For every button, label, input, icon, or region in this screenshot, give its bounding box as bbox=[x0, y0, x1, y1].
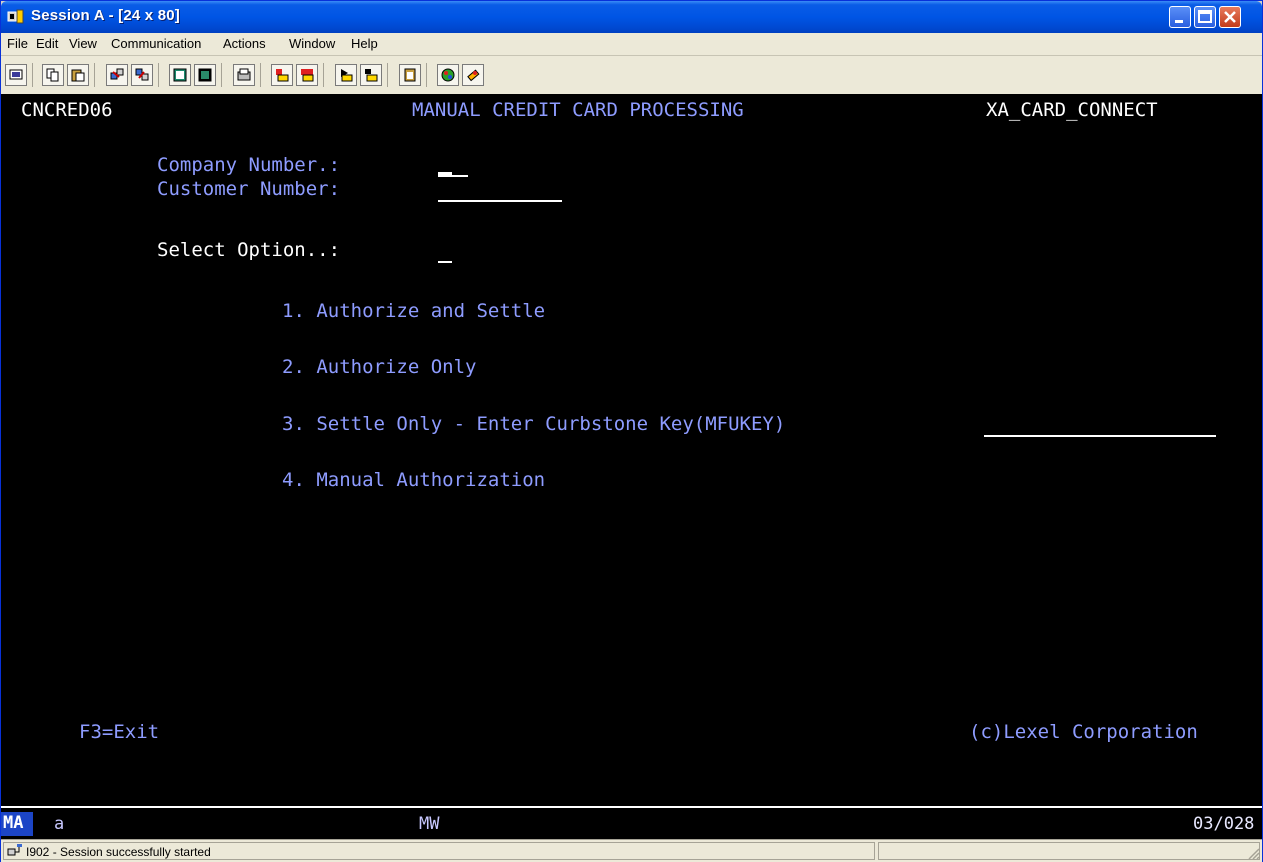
title-bar[interactable]: Session A - [24 x 80] bbox=[1, 1, 1262, 33]
copy-button[interactable] bbox=[42, 64, 64, 86]
receive-file-icon bbox=[135, 68, 149, 81]
minimize-icon bbox=[1175, 20, 1183, 23]
keyboard-map-button[interactable] bbox=[233, 64, 255, 86]
status-message: I902 - Session successfully started bbox=[26, 845, 211, 859]
menu-help[interactable]: Help bbox=[351, 36, 378, 51]
menu-window[interactable]: Window bbox=[289, 36, 335, 51]
send-file-button[interactable] bbox=[106, 64, 128, 86]
stop-record-icon bbox=[301, 69, 314, 82]
company-number-label: Company Number.: bbox=[157, 154, 341, 176]
program-id: CNCRED06 bbox=[21, 99, 113, 121]
play-macro-button[interactable] bbox=[335, 64, 357, 86]
cursor-position: 03/028 bbox=[1193, 814, 1255, 834]
session-indicator: a bbox=[54, 814, 65, 834]
close-icon bbox=[1224, 11, 1236, 23]
menu-edit[interactable]: Edit bbox=[36, 36, 58, 51]
maximize-button[interactable] bbox=[1194, 6, 1216, 28]
macro-select-icon bbox=[365, 69, 378, 82]
toolbar-separator bbox=[221, 63, 222, 87]
screen-heading: MANUAL CREDIT CARD PROCESSING bbox=[412, 99, 744, 121]
menu-file[interactable]: File bbox=[7, 36, 28, 51]
print-screen-icon bbox=[9, 69, 23, 80]
settings-icon bbox=[467, 69, 480, 82]
record-macro-icon bbox=[276, 69, 289, 82]
toolbar-separator bbox=[323, 63, 324, 87]
keyboard-map-icon bbox=[237, 68, 251, 81]
option-settle-only: 3. Settle Only - Enter Curbstone Key(MFU… bbox=[282, 413, 786, 435]
display-icon bbox=[173, 68, 187, 82]
maximize-icon bbox=[1198, 10, 1212, 23]
macro-select-button[interactable] bbox=[360, 64, 382, 86]
window-title: Session A - [24 x 80] bbox=[31, 7, 180, 24]
display-setup-button[interactable] bbox=[194, 64, 216, 86]
minimize-button[interactable] bbox=[1169, 6, 1191, 28]
curbstone-key-field[interactable] bbox=[984, 435, 1216, 437]
system-name: XA_CARD_CONNECT bbox=[986, 99, 1158, 121]
toolbar-separator bbox=[426, 63, 427, 87]
close-button[interactable] bbox=[1219, 6, 1241, 28]
operator-info-area: MA a MW 03/028 bbox=[1, 806, 1262, 841]
session-app-icon bbox=[7, 9, 24, 24]
terminal-screen[interactable]: CNCRED06 MANUAL CREDIT CARD PROCESSING X… bbox=[1, 94, 1262, 806]
status-message-pane: I902 - Session successfully started bbox=[3, 842, 875, 860]
paste-icon bbox=[71, 69, 85, 82]
toolbar-separator bbox=[260, 63, 261, 87]
toolbar-separator bbox=[158, 63, 159, 87]
customer-number-field[interactable] bbox=[438, 200, 562, 202]
toolbar-separator bbox=[94, 63, 95, 87]
send-file-icon bbox=[110, 68, 124, 80]
option-manual-authorization: 4. Manual Authorization bbox=[282, 469, 546, 491]
paste-button[interactable] bbox=[67, 64, 89, 86]
text-cursor bbox=[438, 172, 452, 177]
f3-exit-key: F3=Exit bbox=[79, 721, 160, 743]
status-bar: I902 - Session successfully started bbox=[1, 839, 1262, 862]
message-waiting-indicator: MW bbox=[419, 814, 440, 834]
menu-actions[interactable]: Actions bbox=[223, 36, 266, 51]
receive-file-button[interactable] bbox=[131, 64, 153, 86]
mode-indicator: MA bbox=[1, 812, 33, 836]
stop-record-macro-button[interactable] bbox=[296, 64, 318, 86]
display-button[interactable] bbox=[169, 64, 191, 86]
select-option-label: Select Option..: bbox=[157, 239, 341, 261]
resize-grip-icon[interactable] bbox=[1246, 846, 1260, 860]
color-palette-button[interactable] bbox=[437, 64, 459, 86]
play-macro-icon bbox=[341, 69, 353, 82]
menu-view[interactable]: View bbox=[69, 36, 97, 51]
clipboard-button[interactable] bbox=[399, 64, 421, 86]
settings-button[interactable] bbox=[462, 64, 484, 86]
copyright-text: (c)Lexel Corporation bbox=[969, 721, 1198, 743]
network-connection-icon bbox=[7, 844, 22, 856]
copy-icon bbox=[46, 68, 59, 82]
option-authorize-only: 2. Authorize Only bbox=[282, 356, 477, 378]
clipboard-icon bbox=[404, 68, 416, 82]
customer-number-label: Customer Number: bbox=[157, 178, 341, 200]
select-option-field[interactable] bbox=[438, 261, 452, 263]
start-record-macro-button[interactable] bbox=[271, 64, 293, 86]
status-secondary-pane bbox=[878, 842, 1260, 860]
emulator-window: Session A - [24 x 80] File Edit View Com… bbox=[0, 0, 1263, 862]
display-setup-icon bbox=[198, 68, 212, 82]
menu-bar: File Edit View Communication Actions Win… bbox=[1, 33, 1262, 56]
option-authorize-settle: 1. Authorize and Settle bbox=[282, 300, 546, 322]
print-screen-button[interactable] bbox=[5, 64, 27, 86]
color-palette-icon bbox=[441, 68, 455, 82]
menu-communication[interactable]: Communication bbox=[111, 36, 201, 51]
toolbar-separator bbox=[32, 63, 33, 87]
toolbar-separator bbox=[387, 63, 388, 87]
